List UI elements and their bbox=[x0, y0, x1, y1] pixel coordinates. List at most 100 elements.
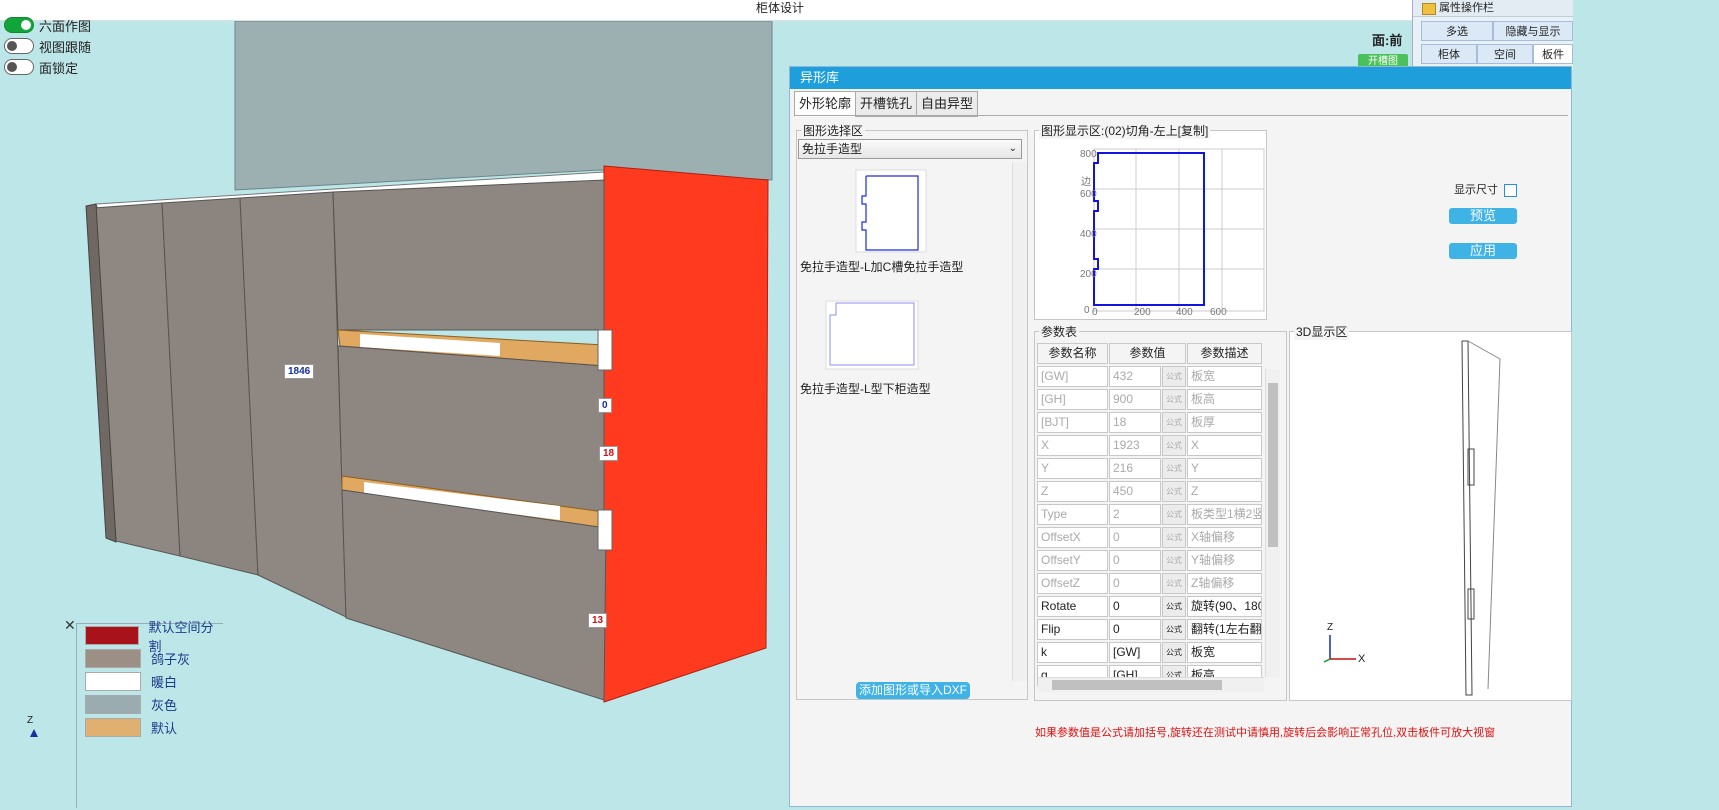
param-desc: 板类型1横2竖 bbox=[1187, 504, 1262, 525]
dimension-label: 13 bbox=[588, 613, 608, 628]
hide-show-button[interactable]: 隐藏与显示 bbox=[1493, 21, 1573, 41]
tab-panel[interactable]: 板件 bbox=[1533, 44, 1573, 64]
shape-item[interactable]: 免拉手造型-L加C槽免拉手造型 bbox=[800, 258, 963, 275]
tab-space[interactable]: 空间 bbox=[1477, 44, 1533, 64]
color-swatch bbox=[85, 626, 139, 645]
param-value-input[interactable]: 0 bbox=[1109, 527, 1161, 548]
param-value-input[interactable]: 2 bbox=[1109, 504, 1161, 525]
formula-button[interactable]: 公式 bbox=[1162, 458, 1186, 479]
shape-thumbnail[interactable] bbox=[824, 299, 920, 371]
scrollbar-thumb[interactable] bbox=[1268, 383, 1278, 547]
y-tick: 800 bbox=[1080, 149, 1097, 160]
apply-button[interactable]: 应用 bbox=[1449, 243, 1517, 259]
footer-note: 如果参数值是公式请加括号,旋转还在测试中请慎用,旋转后会影响正常孔位,双击板件可… bbox=[1035, 727, 1496, 739]
color-swatch bbox=[85, 672, 141, 691]
param-desc: X轴偏移 bbox=[1187, 527, 1262, 548]
group-label: 3D显示区 bbox=[1294, 323, 1350, 340]
group-label: 图形选择区 bbox=[801, 122, 866, 139]
toggle-six-face[interactable]: 六面作图 bbox=[4, 16, 91, 34]
formula-button[interactable]: 公式 bbox=[1162, 619, 1186, 640]
formula-button[interactable]: 公式 bbox=[1162, 573, 1186, 594]
tab-free-shape[interactable]: 自由异型 bbox=[916, 91, 979, 117]
param-name: Y bbox=[1037, 458, 1108, 479]
toggle-face-lock[interactable]: 面锁定 bbox=[4, 58, 78, 76]
param-name: [GH] bbox=[1037, 389, 1108, 410]
group-label: 图形显示区:(02)切角-左上[复制] bbox=[1039, 122, 1211, 139]
formula-button[interactable]: 公式 bbox=[1162, 389, 1186, 410]
param-value-input[interactable]: 0 bbox=[1109, 619, 1161, 640]
x-tick: 600 bbox=[1210, 307, 1227, 318]
table-row: Type 2 公式 板类型1横2竖 bbox=[1037, 503, 1273, 526]
multi-select-button[interactable]: 多选 bbox=[1421, 21, 1493, 41]
show-size-option[interactable]: 显示尺寸 bbox=[1454, 181, 1517, 197]
formula-button[interactable]: 公式 bbox=[1162, 504, 1186, 525]
y-tick: 200 bbox=[1080, 269, 1097, 280]
params-scrollbar[interactable] bbox=[1265, 369, 1280, 677]
toggle-switch-icon[interactable] bbox=[4, 38, 34, 54]
formula-button[interactable]: 公式 bbox=[1162, 412, 1186, 433]
formula-button[interactable]: 公式 bbox=[1162, 481, 1186, 502]
dimension-label: 18 bbox=[599, 446, 619, 461]
param-value-input[interactable]: 18 bbox=[1109, 412, 1161, 433]
table-header: 参数名称 参数值 参数描述 bbox=[1037, 342, 1273, 365]
toggle-label: 面锁定 bbox=[39, 60, 79, 76]
formula-button[interactable]: 公式 bbox=[1162, 435, 1186, 456]
param-value-input[interactable]: 0 bbox=[1109, 550, 1161, 571]
table-row: Y 216 公式 Y bbox=[1037, 457, 1273, 480]
legend-item[interactable]: 暖白 bbox=[77, 670, 223, 693]
table-row: [BJT] 18 公式 板厚 bbox=[1037, 411, 1273, 434]
formula-button[interactable]: 公式 bbox=[1162, 550, 1186, 571]
axis-z-label: Z bbox=[1327, 622, 1334, 633]
table-row: OffsetZ 0 公式 Z轴偏移 bbox=[1037, 572, 1273, 595]
legend-item[interactable]: 默认 bbox=[77, 716, 223, 739]
y-tick: 0 bbox=[1084, 305, 1090, 316]
param-name: Type bbox=[1037, 504, 1108, 525]
legend-item[interactable]: 默认空间分割 bbox=[77, 620, 223, 654]
param-value-input[interactable]: 900 bbox=[1109, 389, 1161, 410]
param-value-input[interactable]: 1923 bbox=[1109, 435, 1161, 456]
tab-outline[interactable]: 外形轮廓 bbox=[794, 91, 857, 117]
param-value-input[interactable]: 432 bbox=[1109, 366, 1161, 387]
dimension-label: 0 bbox=[598, 398, 612, 413]
param-name: Flip bbox=[1037, 619, 1108, 640]
params-hscrollbar[interactable] bbox=[1038, 677, 1264, 692]
table-row: X 1923 公式 X bbox=[1037, 434, 1273, 457]
tab-cabinet[interactable]: 柜体 bbox=[1421, 44, 1477, 64]
toggle-switch-icon[interactable] bbox=[4, 17, 34, 33]
preview-button[interactable]: 预览 bbox=[1449, 208, 1517, 224]
scrollbar-thumb[interactable] bbox=[1052, 680, 1222, 690]
dialog-tabs: 外形轮廓 开槽铣孔 自由异型 bbox=[794, 91, 979, 117]
tab-slot-drill[interactable]: 开槽铣孔 bbox=[855, 91, 918, 117]
param-value-input[interactable]: 0 bbox=[1109, 573, 1161, 594]
add-shape-dxf-button[interactable]: 添加图形或导入DXF bbox=[856, 682, 970, 699]
scrollbar[interactable] bbox=[1012, 163, 1027, 681]
shape-item[interactable]: 免拉手造型-L型下柜造型 bbox=[800, 380, 931, 397]
close-icon[interactable]: ✕ bbox=[64, 617, 76, 634]
shape-thumbnail[interactable] bbox=[852, 168, 928, 254]
legend-item[interactable]: 灰色 bbox=[77, 693, 223, 716]
chevron-down-icon: ⌄ bbox=[1008, 143, 1017, 154]
color-swatch bbox=[85, 649, 141, 668]
x-tick: 0 bbox=[1092, 307, 1098, 318]
param-value-input[interactable]: 216 bbox=[1109, 458, 1161, 479]
formula-button[interactable]: 公式 bbox=[1162, 596, 1186, 617]
show-size-checkbox[interactable] bbox=[1504, 183, 1517, 197]
param-desc: 板高 bbox=[1187, 389, 1262, 410]
shape-category-select[interactable]: 免拉手造型 ⌄ bbox=[798, 139, 1022, 159]
param-name: OffsetX bbox=[1037, 527, 1108, 548]
param-value-input[interactable]: 0 bbox=[1109, 596, 1161, 617]
formula-button[interactable]: 公式 bbox=[1162, 366, 1186, 387]
color-swatch bbox=[85, 718, 141, 737]
param-desc: Z bbox=[1187, 481, 1262, 502]
formula-button[interactable]: 公式 bbox=[1162, 527, 1186, 548]
toggle-switch-icon[interactable] bbox=[4, 59, 34, 75]
param-desc: 板厚 bbox=[1187, 412, 1262, 433]
param-desc: Y bbox=[1187, 458, 1262, 479]
param-value-input[interactable]: [GW] bbox=[1109, 642, 1161, 663]
table-row: Flip 0 公式 翻转(1左右翻 bbox=[1037, 618, 1273, 641]
axis-arrow-icon bbox=[30, 729, 38, 737]
param-value-input[interactable]: 450 bbox=[1109, 481, 1161, 502]
group-label: 参数表 bbox=[1039, 323, 1080, 340]
toggle-view-follow[interactable]: 视图跟随 bbox=[4, 37, 91, 55]
formula-button[interactable]: 公式 bbox=[1162, 642, 1186, 663]
